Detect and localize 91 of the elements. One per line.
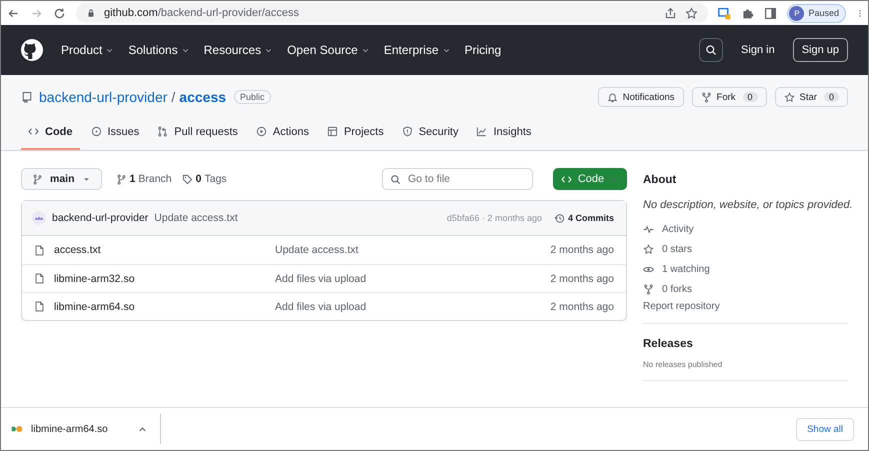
repo-tab[interactable]: Issues: [84, 115, 146, 150]
owner-link[interactable]: backend-url-provider: [39, 89, 168, 105]
nav-menu-item[interactable]: Pricing: [464, 43, 502, 57]
reload-icon[interactable]: [53, 6, 66, 20]
history-icon: [554, 212, 565, 224]
repo-tab[interactable]: Code: [21, 115, 80, 150]
search-icon: [390, 174, 401, 184]
repo-tab[interactable]: Insights: [469, 115, 538, 150]
report-repository-link[interactable]: Report repository: [643, 301, 848, 312]
repo-tab[interactable]: Pull requests: [150, 115, 245, 150]
file-time: 2 months ago: [550, 244, 614, 256]
about-link[interactable]: 1 watching: [643, 259, 848, 279]
file-icon: [34, 301, 45, 312]
about-heading: About: [643, 174, 678, 186]
repo-tab[interactable]: Projects: [320, 115, 391, 150]
code-icon: [560, 174, 572, 184]
search-icon: [705, 44, 718, 56]
branch-selector[interactable]: main: [21, 168, 102, 190]
show-all-button[interactable]: Show all: [796, 418, 854, 440]
releases-heading[interactable]: Releases: [643, 338, 848, 350]
file-name-link[interactable]: access.txt: [54, 244, 101, 256]
count-label: 0: [742, 92, 758, 102]
about-link[interactable]: Activity: [643, 219, 848, 239]
author-avatar-icon: [32, 211, 46, 225]
file-time: 2 months ago: [550, 272, 614, 284]
repo-tab[interactable]: Security: [394, 115, 466, 150]
lock-icon: [86, 8, 96, 18]
file-name-link[interactable]: libmine-arm32.so: [54, 272, 135, 284]
search-button[interactable]: [699, 38, 724, 62]
file-type-icon: [11, 423, 23, 435]
table-icon: [326, 126, 338, 137]
profile-avatar: P: [789, 6, 804, 20]
profile-button[interactable]: P Paused: [787, 4, 846, 22]
fork-icon: [643, 284, 654, 294]
shield-icon: [402, 126, 413, 137]
file-time: 2 months ago: [550, 300, 614, 312]
star-icon: [643, 244, 654, 254]
branches-link[interactable]: 1 Branch: [116, 173, 172, 185]
fork-icon: [700, 92, 712, 102]
extension-icon[interactable]: [718, 6, 732, 20]
file-name-link[interactable]: libmine-arm64.so: [54, 300, 135, 312]
cat-logo-icon[interactable]: [21, 39, 43, 61]
branch-icon: [32, 174, 43, 184]
pulse-icon: [643, 224, 654, 234]
puzzle-icon[interactable]: [741, 6, 754, 20]
sign-up-button[interactable]: Sign up: [792, 38, 848, 62]
repo-name-link[interactable]: access: [179, 89, 226, 105]
repo-icon: [21, 91, 33, 103]
nav-menu-item[interactable]: Product: [61, 43, 114, 57]
star-button[interactable]: Star 0: [774, 87, 848, 107]
sign-in-link[interactable]: Sign in: [741, 44, 775, 56]
nav-menu-item[interactable]: Open Source: [287, 43, 370, 57]
bell-icon: [606, 92, 618, 102]
releases-note: No releases published: [643, 360, 724, 369]
commit-author-link[interactable]: backend-url-provider: [52, 212, 148, 224]
nav-menu-item[interactable]: Solutions: [128, 43, 190, 57]
side-panel-icon[interactable]: [764, 6, 778, 20]
tags-link[interactable]: 0 Tags: [182, 173, 227, 185]
bookmark-star-icon[interactable]: [685, 6, 698, 20]
about-link[interactable]: 0 stars: [643, 239, 848, 259]
download-item[interactable]: libmine-arm64.so: [11, 414, 161, 444]
commit-message-link[interactable]: Add files via upload: [275, 272, 550, 284]
star-icon: [784, 92, 795, 102]
commit-meta: d5bfa66 · 2 months ago: [446, 213, 542, 223]
fork-button[interactable]: Fork 0: [692, 87, 767, 107]
tag-icon: [182, 174, 193, 184]
pull-request-icon: [157, 126, 168, 137]
go-to-file-field[interactable]: Go to file: [382, 168, 533, 190]
branch-icon: [116, 174, 127, 184]
commits-link[interactable]: 4 Commits: [554, 212, 614, 224]
notifications-button[interactable]: Notifications: [598, 87, 684, 107]
file-icon: [34, 244, 45, 256]
commit-message-link[interactable]: Add files via upload: [275, 300, 550, 312]
graph-icon: [476, 126, 488, 137]
share-icon[interactable]: [664, 6, 678, 20]
nav-menu-item[interactable]: Resources: [204, 43, 274, 57]
commit-message-link[interactable]: Update access.txt: [154, 212, 238, 224]
circle-dot-icon: [90, 126, 102, 137]
visibility-label: Public: [234, 90, 271, 104]
nav-menu-item[interactable]: Enterprise: [384, 43, 451, 57]
file-icon: [34, 273, 45, 284]
count-label: 0: [824, 92, 839, 102]
code-icon: [28, 126, 39, 137]
play-icon: [256, 126, 267, 137]
address-bar[interactable]: github.com/backend-url-provider/access: [76, 3, 708, 23]
code-button[interactable]: Code: [553, 168, 627, 190]
repo-tab[interactable]: Actions: [248, 115, 316, 150]
about-link[interactable]: 0 forks: [643, 279, 848, 299]
url-text: github.com/backend-url-provider/access: [104, 7, 300, 19]
path-separator: /: [171, 89, 176, 105]
commit-message-link[interactable]: Update access.txt: [275, 244, 550, 256]
